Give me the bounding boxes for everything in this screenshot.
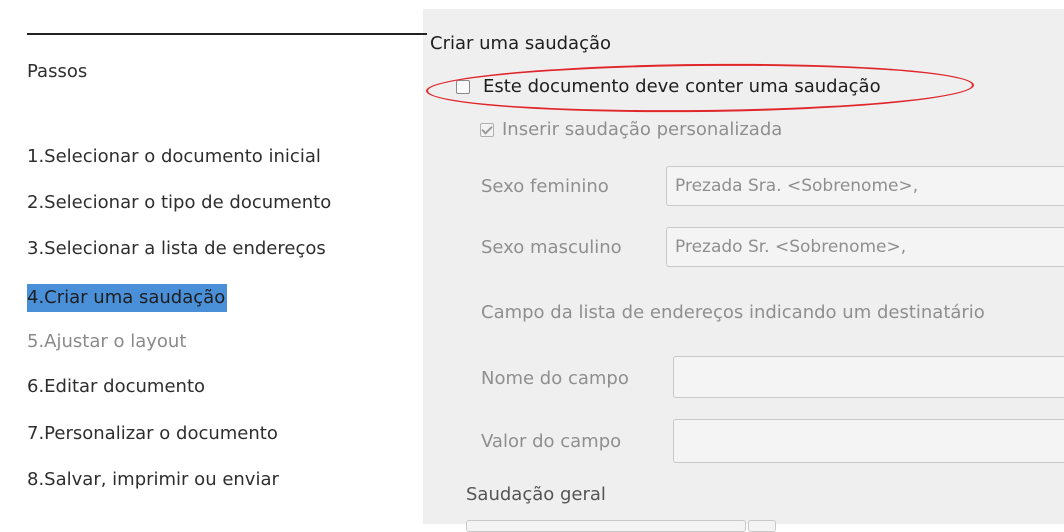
personalized-greeting-checkbox — [480, 123, 494, 137]
step-select-document-type[interactable]: 2.Selecionar o tipo de documento — [27, 189, 333, 217]
male-greeting-field: Prezado Sr. <Sobrenome>, — [666, 227, 1064, 267]
step-create-greeting[interactable]: 4.Criar uma saudação — [27, 284, 228, 312]
address-field-caption: Campo da lista de endereços indicando um… — [481, 302, 985, 323]
step-select-starting-document[interactable]: 1.Selecionar o documento inicial — [27, 143, 323, 171]
general-greeting-label: Saudação geral — [466, 484, 606, 505]
field-value-combo — [673, 419, 1064, 463]
page-title: Criar uma saudação — [430, 33, 612, 54]
steps-header: Passos — [27, 61, 88, 82]
step-adjust-layout: 5.Ajustar o layout — [27, 331, 187, 352]
female-greeting-field: Prezada Sra. <Sobrenome>, — [666, 166, 1064, 206]
general-greeting-combo — [466, 520, 746, 532]
general-greeting-dropdown-button — [748, 520, 776, 532]
female-label: Sexo feminino — [481, 176, 609, 197]
personalized-greeting-label: Inserir saudação personalizada — [502, 119, 783, 140]
field-value-label: Valor do campo — [481, 431, 622, 452]
step-save-print-send[interactable]: 8.Salvar, imprimir ou enviar — [27, 466, 281, 494]
step-personalize-document[interactable]: 7.Personalizar o documento — [27, 420, 280, 448]
steps-divider — [27, 33, 427, 35]
step-edit-document[interactable]: 6.Editar documento — [27, 373, 207, 401]
step-select-address-list[interactable]: 3.Selecionar a lista de endereços — [27, 235, 328, 263]
male-label: Sexo masculino — [481, 237, 622, 258]
top-strip — [0, 0, 1064, 9]
field-name-combo — [673, 356, 1064, 398]
field-name-label: Nome do campo — [481, 368, 629, 389]
